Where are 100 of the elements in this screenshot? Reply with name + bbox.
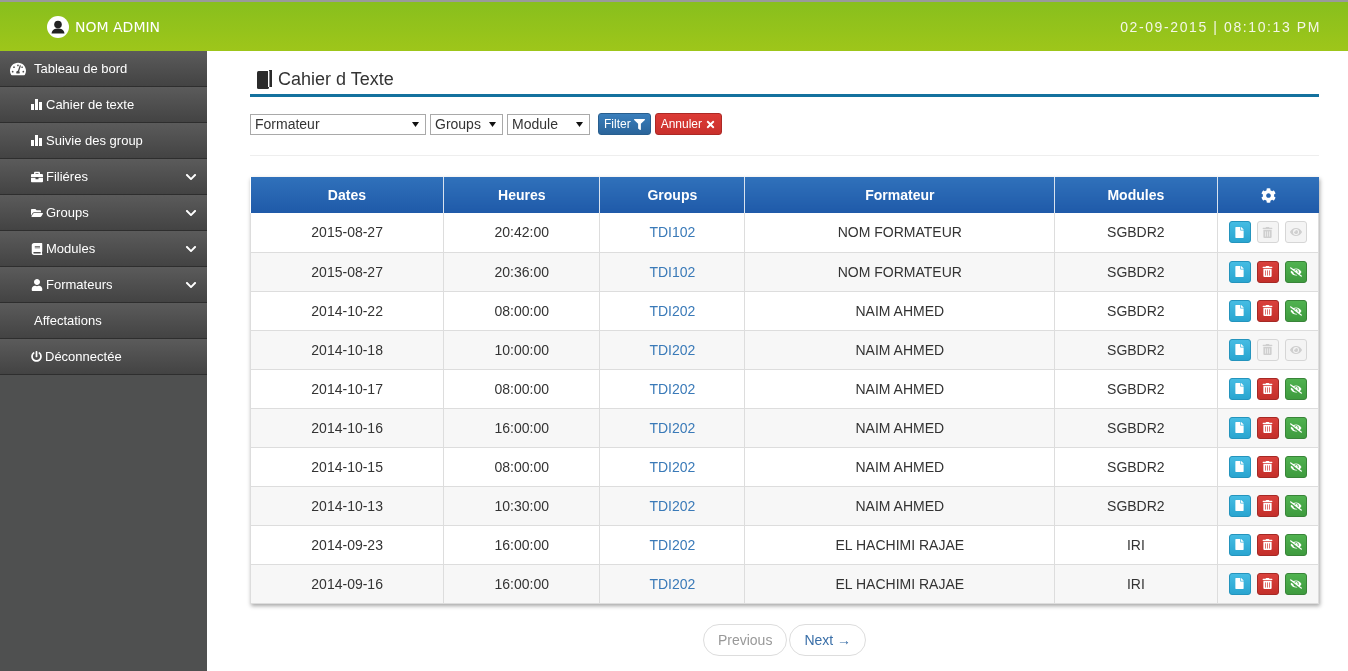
table-cell: SGBDR2 bbox=[1107, 263, 1165, 280]
column-header: Dates bbox=[250, 177, 444, 213]
group-link[interactable]: TDI202 bbox=[649, 536, 696, 553]
dashboard-icon bbox=[10, 60, 26, 77]
edit-button[interactable] bbox=[1228, 299, 1251, 322]
table-cell: NAIM AHMED bbox=[855, 419, 945, 436]
sidebar-item[interactable]: Formateurs bbox=[0, 267, 207, 303]
file-icon bbox=[1234, 500, 1246, 511]
group-link[interactable]: TDI202 bbox=[649, 341, 696, 358]
group-link[interactable]: TDI102 bbox=[649, 224, 696, 241]
sidebar-item-label: Modules bbox=[46, 241, 97, 256]
delete-button[interactable] bbox=[1256, 377, 1279, 400]
group-link[interactable]: TDI202 bbox=[649, 497, 696, 514]
delete-button[interactable] bbox=[1256, 260, 1279, 283]
table-cell: SGBDR2 bbox=[1107, 341, 1165, 358]
delete-button[interactable] bbox=[1256, 494, 1279, 517]
select-field[interactable]: Formateur bbox=[250, 113, 426, 135]
edit-button[interactable] bbox=[1228, 221, 1251, 244]
sidebar-item[interactable]: Déconnectée bbox=[0, 339, 207, 375]
view-button[interactable] bbox=[1284, 416, 1307, 439]
view-button[interactable] bbox=[1284, 455, 1307, 478]
caret-icon bbox=[489, 121, 496, 127]
folder-icon bbox=[31, 206, 43, 219]
group-link[interactable]: TDI202 bbox=[649, 419, 696, 436]
trash-icon bbox=[1262, 305, 1274, 316]
delete-button[interactable] bbox=[1256, 572, 1279, 595]
table-cell: 2015-08-27 bbox=[311, 263, 383, 280]
sidebar-item[interactable]: Tableau de bord bbox=[0, 51, 207, 87]
table-cell: EL HACHIMI RAJAE bbox=[835, 575, 965, 592]
edit-button[interactable] bbox=[1228, 416, 1251, 439]
sidebar-item-label: Filiéres bbox=[46, 169, 89, 184]
file-icon bbox=[1234, 539, 1246, 550]
sidebar-item[interactable]: Filiéres bbox=[0, 159, 207, 195]
trash-icon bbox=[1262, 266, 1274, 277]
table-cell: NAIM AHMED bbox=[855, 302, 945, 319]
sidebar-item[interactable]: Modules bbox=[0, 231, 207, 267]
sidebar-item-label: Tableau de bord bbox=[34, 61, 129, 76]
table-cell: SGBDR2 bbox=[1107, 224, 1165, 241]
view-button[interactable] bbox=[1284, 299, 1307, 322]
filter-button[interactable]: Filter bbox=[598, 113, 651, 135]
select-field[interactable]: Groups bbox=[430, 113, 503, 135]
view-button[interactable] bbox=[1284, 260, 1307, 283]
edit-button[interactable] bbox=[1228, 377, 1251, 400]
view-button[interactable] bbox=[1284, 533, 1307, 556]
group-link[interactable]: TDI202 bbox=[649, 575, 696, 592]
next-button[interactable]: Next → bbox=[789, 623, 867, 656]
table-cell: NOM FORMATEUR bbox=[837, 263, 962, 280]
edit-button[interactable] bbox=[1228, 572, 1251, 595]
sidebar-item-label: Cahier de texte bbox=[46, 97, 136, 112]
eye-slash-icon bbox=[1289, 382, 1302, 395]
sidebar-item[interactable]: Cahier de texte bbox=[0, 87, 207, 123]
file-icon bbox=[1234, 461, 1246, 472]
filter-icon bbox=[633, 118, 645, 130]
table-cell: 08:00:00 bbox=[494, 380, 549, 397]
edit-button[interactable] bbox=[1228, 533, 1251, 556]
delete-button[interactable] bbox=[1256, 533, 1279, 556]
table-cell: 16:00:00 bbox=[494, 536, 549, 553]
sidebar-item[interactable]: Affectations bbox=[0, 303, 207, 339]
group-link[interactable]: TDI202 bbox=[649, 380, 696, 397]
trash-icon bbox=[1262, 461, 1274, 472]
delete-button[interactable] bbox=[1256, 455, 1279, 478]
settings-icon bbox=[1260, 188, 1276, 204]
table-cell: 10:30:00 bbox=[494, 497, 549, 514]
sidebar-item-label: Suivie des group bbox=[46, 133, 144, 148]
power-icon bbox=[31, 351, 42, 362]
sidebar-item-label: Déconnectée bbox=[45, 349, 123, 364]
avatar-icon bbox=[47, 15, 69, 38]
trash-icon bbox=[1262, 383, 1274, 394]
file-icon bbox=[1234, 344, 1246, 355]
eye-slash-icon bbox=[1289, 577, 1302, 590]
file-icon bbox=[1234, 266, 1246, 277]
group-link[interactable]: TDI202 bbox=[649, 458, 696, 475]
view-button[interactable] bbox=[1284, 494, 1307, 517]
trash-icon bbox=[1262, 539, 1274, 550]
eye-icon bbox=[1289, 343, 1302, 356]
group-link[interactable]: TDI202 bbox=[649, 302, 696, 319]
trash-icon bbox=[1262, 500, 1274, 511]
select-field[interactable]: Module bbox=[507, 113, 590, 135]
delete-button[interactable] bbox=[1256, 416, 1279, 439]
edit-button[interactable] bbox=[1228, 455, 1251, 478]
page-title: Cahier d Texte bbox=[278, 69, 394, 90]
sidebar-item[interactable]: Groups bbox=[0, 195, 207, 231]
file-icon bbox=[1234, 422, 1246, 433]
delete-button[interactable] bbox=[1256, 299, 1279, 322]
sidebar-item[interactable]: Suivie des group bbox=[0, 123, 207, 159]
edit-button[interactable] bbox=[1228, 260, 1251, 283]
eye-slash-icon bbox=[1289, 304, 1302, 317]
table-cell: IRI bbox=[1126, 536, 1145, 553]
group-link[interactable]: TDI102 bbox=[649, 263, 696, 280]
caret-icon bbox=[412, 121, 419, 127]
edit-button[interactable] bbox=[1228, 338, 1251, 361]
table-cell: 2015-08-27 bbox=[311, 224, 383, 241]
table-cell: 08:00:00 bbox=[494, 302, 549, 319]
view-button[interactable] bbox=[1284, 377, 1307, 400]
table-cell: SGBDR2 bbox=[1107, 302, 1165, 319]
edit-button[interactable] bbox=[1228, 494, 1251, 517]
table-cell: 16:00:00 bbox=[494, 419, 549, 436]
close-icon bbox=[705, 118, 717, 130]
view-button[interactable] bbox=[1284, 572, 1307, 595]
cancel-button[interactable]: Annuler bbox=[654, 113, 723, 135]
